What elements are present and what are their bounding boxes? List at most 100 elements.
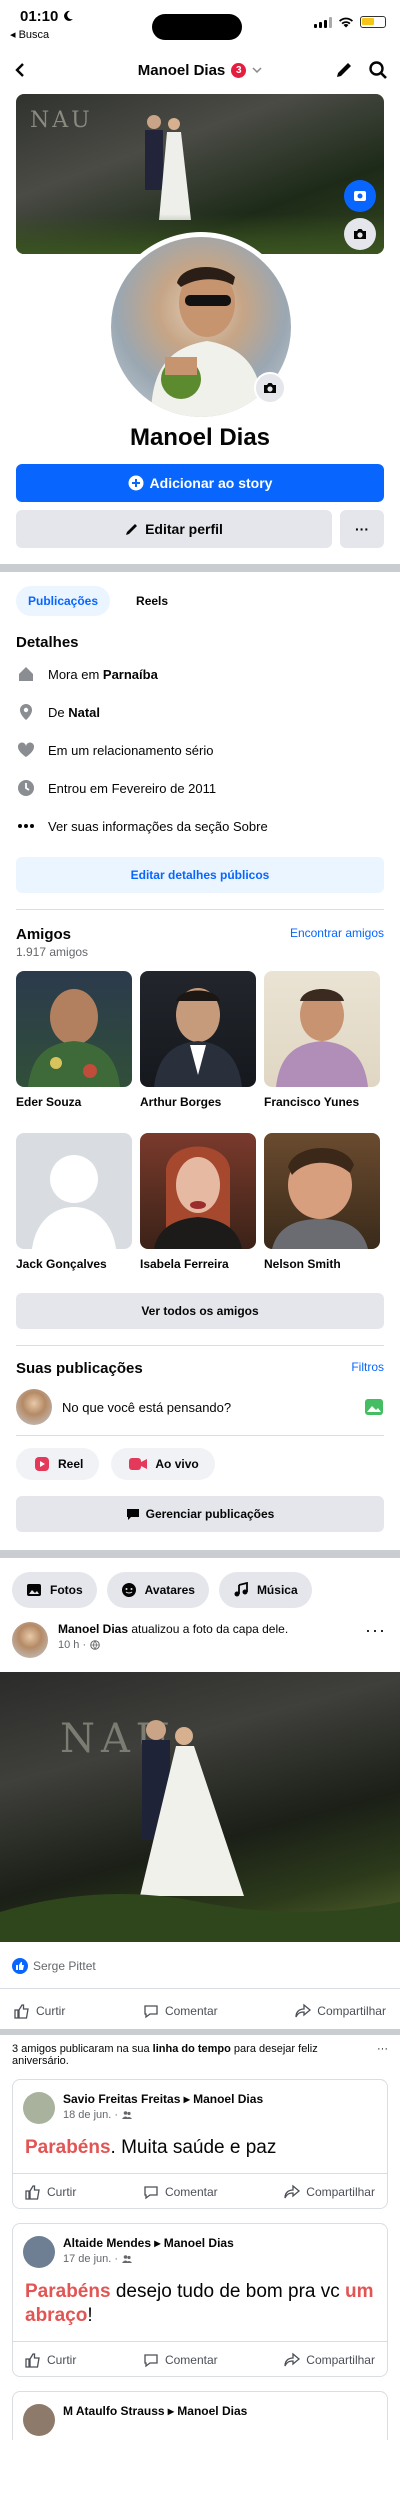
see-all-friends-button[interactable]: Ver todos os amigos bbox=[16, 1293, 384, 1329]
camera-icon bbox=[354, 229, 366, 239]
dynamic-island bbox=[152, 14, 242, 40]
comment-icon bbox=[144, 2005, 158, 2019]
moon-icon bbox=[64, 10, 73, 21]
avatar[interactable] bbox=[23, 2092, 55, 2124]
comment-button[interactable]: Comentar bbox=[143, 2003, 218, 2019]
friend-name: Eder Souza bbox=[16, 1095, 82, 1109]
details-list: Mora em Parnaíba De Natal Em um relacion… bbox=[0, 655, 400, 845]
post-composer[interactable]: No que você está pensando? bbox=[0, 1377, 400, 1425]
friend-card[interactable]: Eder Souza bbox=[16, 971, 132, 1125]
wish-to[interactable]: Manoel Dias bbox=[193, 2092, 263, 2106]
reaction-row[interactable]: Serge Pittet bbox=[0, 1942, 400, 1982]
thumbs-up-icon bbox=[25, 2353, 40, 2368]
archive-icon bbox=[354, 191, 366, 201]
comment-button[interactable]: Comentar bbox=[143, 2352, 218, 2368]
edit-public-details-button[interactable]: Editar detalhes públicos bbox=[16, 857, 384, 893]
more-options-button[interactable]: ··· bbox=[340, 510, 384, 548]
comment-button[interactable]: Comentar bbox=[143, 2184, 218, 2200]
camera-icon bbox=[264, 383, 276, 393]
comment-icon bbox=[144, 2186, 158, 2199]
live-button[interactable]: Ao vivo bbox=[111, 1448, 215, 1480]
avatar[interactable] bbox=[23, 2235, 55, 2268]
post-time: 10 h · bbox=[58, 1639, 87, 1651]
wish-date-row: 17 de jun. · bbox=[63, 2253, 234, 2265]
profile-nav-bar: Manoel Dias 3 bbox=[0, 48, 400, 92]
share-button[interactable]: Compartilhar bbox=[284, 2184, 375, 2200]
wish-to[interactable]: Manoel Dias bbox=[177, 2404, 247, 2418]
clock-icon bbox=[18, 780, 34, 796]
heart-icon bbox=[17, 742, 35, 757]
live-video-icon bbox=[129, 1458, 148, 1470]
friend-card[interactable]: Nelson Smith bbox=[264, 1133, 380, 1287]
share-button[interactable]: Compartilhar bbox=[295, 2003, 386, 2019]
chip-music[interactable]: Música bbox=[218, 1572, 312, 1608]
manage-posts-button[interactable]: Gerenciar publicações bbox=[16, 1496, 384, 1532]
friend-card[interactable]: Jack Gonçalves bbox=[16, 1133, 132, 1287]
wish-to[interactable]: Manoel Dias bbox=[164, 2236, 234, 2250]
wish-header: Savio Freitas Freitas ▸ Manoel Dias 18 d… bbox=[13, 2080, 387, 2128]
profile-picture-camera-button[interactable] bbox=[254, 372, 286, 404]
avatar[interactable] bbox=[12, 1622, 48, 1658]
friends-icon bbox=[122, 2111, 133, 2119]
detail-text: Em um relacionamento sério bbox=[48, 742, 214, 758]
add-to-story-button[interactable]: Adicionar ao story bbox=[16, 464, 384, 502]
friend-photo bbox=[264, 971, 380, 1087]
cover-photo[interactable]: NAU bbox=[16, 94, 384, 254]
post-actions: Curtir Comentar Compartilhar bbox=[0, 1988, 400, 2029]
filters-link[interactable]: Filtros bbox=[351, 1360, 384, 1377]
chip-avatars[interactable]: Avatares bbox=[106, 1572, 209, 1608]
reel-button[interactable]: Reel bbox=[16, 1448, 100, 1480]
wish-highlight: Parabéns bbox=[25, 2280, 111, 2302]
detail-item-from: De Natal bbox=[0, 693, 400, 731]
photo-icon[interactable] bbox=[364, 1397, 384, 1417]
share-button[interactable]: Compartilhar bbox=[284, 2352, 375, 2368]
friends-icon bbox=[122, 2254, 133, 2263]
like-reaction-icon bbox=[12, 1958, 28, 1974]
wish-highlight: Parabéns bbox=[25, 2137, 111, 2158]
house-icon bbox=[19, 667, 33, 681]
friend-photo bbox=[264, 1133, 380, 1249]
wish-from[interactable]: Altaide Mendes bbox=[63, 2236, 151, 2250]
more-options-label: ··· bbox=[355, 521, 369, 537]
profile-name: Manoel Dias bbox=[129, 424, 271, 451]
like-button[interactable]: Curtir bbox=[25, 2352, 76, 2368]
edit-profile-button[interactable]: Editar perfil bbox=[16, 510, 332, 548]
wish-names: M Ataulfo Strauss ▸ Manoel Dias bbox=[63, 2404, 248, 2419]
like-button[interactable]: Curtir bbox=[25, 2184, 76, 2200]
detail-item-see-about[interactable]: Ver suas informações da seção Sobre bbox=[0, 807, 400, 845]
detail-bold: Natal bbox=[68, 704, 101, 720]
wish-from[interactable]: M Ataulfo Strauss bbox=[63, 2404, 165, 2418]
composer-options: Reel Ao vivo bbox=[0, 1436, 400, 1480]
ellipsis-icon bbox=[18, 824, 34, 828]
birthday-wish-card: Savio Freitas Freitas ▸ Manoel Dias 18 d… bbox=[12, 2079, 388, 2209]
friend-card[interactable]: Francisco Yunes bbox=[264, 971, 380, 1125]
chip-label: Música bbox=[256, 1583, 298, 1597]
composer-placeholder[interactable]: No que você está pensando? bbox=[62, 1400, 354, 1415]
comment-icon bbox=[144, 2354, 158, 2368]
friend-card[interactable]: Arthur Borges bbox=[140, 971, 256, 1125]
wish-from[interactable]: Savio Freitas Freitas bbox=[63, 2092, 180, 2106]
post-more-icon[interactable]: ··· bbox=[365, 1620, 386, 1641]
chip-photos[interactable]: Fotos bbox=[12, 1572, 97, 1608]
note-bold[interactable]: linha do tempo bbox=[153, 2043, 231, 2055]
friend-card[interactable]: Isabela Ferreira bbox=[140, 1133, 256, 1287]
post-author[interactable]: Manoel Dias bbox=[58, 1622, 128, 1636]
comment-label: Comentar bbox=[164, 2004, 218, 2018]
tab-reels[interactable]: Reels bbox=[124, 586, 180, 616]
cover-camera-button[interactable] bbox=[344, 218, 376, 250]
friend-name: Isabela Ferreira bbox=[140, 1257, 229, 1271]
tab-publicacoes[interactable]: Publicações bbox=[16, 586, 111, 616]
like-button[interactable]: Curtir bbox=[14, 2003, 65, 2019]
avatar[interactable] bbox=[23, 2404, 55, 2437]
comment-label: Comentar bbox=[164, 2353, 218, 2368]
profile-action-row: Editar perfil ··· bbox=[16, 510, 384, 548]
post-header: Manoel Dias atualizou a foto da capa del… bbox=[0, 1608, 400, 1666]
chevron-down-icon bbox=[252, 67, 262, 74]
nav-title[interactable]: Manoel Dias 3 bbox=[0, 62, 400, 79]
cover-story-button[interactable] bbox=[344, 180, 376, 212]
back-to-search-link[interactable]: ◂ Busca bbox=[10, 28, 49, 41]
post-photo[interactable]: NAU bbox=[0, 1672, 400, 1942]
nav-title-text: Manoel Dias bbox=[137, 61, 226, 79]
timeline-more-icon[interactable]: ··· bbox=[377, 2043, 388, 2067]
find-friends-link[interactable]: Encontrar amigos bbox=[290, 926, 384, 943]
